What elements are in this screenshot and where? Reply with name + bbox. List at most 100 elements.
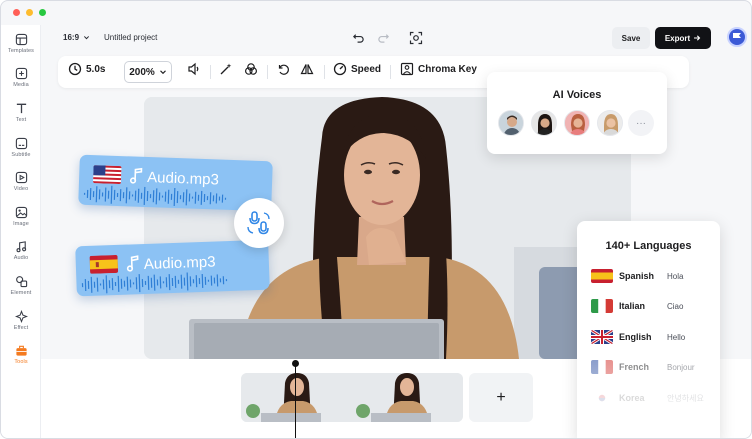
more-voices-button[interactable]: ···: [628, 110, 654, 136]
sidebar-item-element[interactable]: Element: [1, 275, 41, 309]
sidebar-item-effect[interactable]: Effect: [1, 310, 41, 344]
voice-avatar-image: [532, 111, 556, 135]
language-row-spanish[interactable]: Spanish Hola: [591, 268, 711, 284]
toolbar-divider: [267, 65, 268, 79]
italy-flag-icon: [591, 299, 613, 313]
language-greeting: Hola: [667, 271, 684, 281]
export-button[interactable]: Export: [655, 27, 711, 49]
flag-avatar-icon: [733, 33, 741, 42]
aspect-ratio-value: 16:9: [63, 33, 80, 42]
audio-icon: [15, 241, 26, 253]
voice-translate-icon: [247, 211, 270, 235]
sidebar-item-video[interactable]: Video: [1, 171, 41, 205]
project-title[interactable]: Untitled project: [104, 33, 157, 42]
sidebar-item-label: Templates: [8, 48, 34, 54]
timeline-playhead[interactable]: [295, 361, 296, 438]
filters-button[interactable]: [244, 62, 258, 76]
zoom-select[interactable]: 200%: [124, 61, 172, 83]
speaker-icon: [188, 62, 199, 76]
sidebar-item-tools[interactable]: Tools: [1, 344, 41, 378]
spain-flag-icon: [89, 254, 119, 274]
chevron-down-icon: [83, 36, 90, 40]
france-flag-icon: [591, 360, 613, 374]
templates-icon: [15, 33, 27, 46]
sidebar-item-label: Tools: [14, 359, 28, 365]
sidebar-item-templates[interactable]: Templates: [1, 33, 41, 67]
sidebar-item-label: Audio: [13, 255, 29, 261]
languages-panel: 140+ Languages Spanish Hola Italian Ciao…: [577, 221, 720, 438]
speed-label: Speed: [351, 63, 382, 75]
image-icon: [15, 206, 27, 219]
voice-avatar-female-1[interactable]: [531, 110, 557, 136]
undo-icon[interactable]: [352, 31, 365, 44]
playhead-handle[interactable]: [292, 360, 299, 367]
maximize-window-icon[interactable]: [39, 9, 46, 16]
sidebar-item-label: Subtitle: [11, 152, 31, 158]
language-row-english[interactable]: English Hello: [591, 329, 711, 345]
video-clip-track[interactable]: [241, 373, 463, 422]
sidebar-item-label: Video: [13, 186, 29, 192]
language-greeting: Hello: [667, 332, 686, 342]
language-name: French: [619, 362, 650, 372]
chroma-key-button[interactable]: Chroma Key: [400, 62, 477, 76]
window-controls: [13, 9, 46, 16]
language-greeting: Ciao: [667, 301, 684, 311]
language-name: Spanish: [619, 271, 655, 281]
sidebar-item-subtitle[interactable]: Subtitle: [1, 137, 41, 171]
audio-card-spanish[interactable]: Audio.mp3: [75, 239, 270, 297]
toolbar-divider: [210, 65, 211, 79]
voice-avatar-female-3[interactable]: [597, 110, 623, 136]
language-name: Korea: [619, 393, 645, 403]
user-avatar[interactable]: [727, 27, 747, 47]
rotate-icon: [278, 64, 289, 75]
toolbar-divider: [390, 65, 391, 79]
text-icon: [16, 103, 26, 114]
voice-avatar-image: [598, 111, 622, 135]
korea-flag-icon: [591, 391, 613, 405]
voice-translate-button[interactable]: [234, 198, 284, 248]
arrow-right-icon: [694, 35, 701, 41]
language-row-french[interactable]: French Bonjour: [591, 359, 711, 375]
ai-voices-panel: AI Voices ···: [487, 72, 667, 154]
chevron-down-icon: [159, 70, 166, 75]
speedometer-icon: [333, 62, 347, 76]
left-sidebar: Templates Media Text Subtitle Video Imag…: [1, 25, 41, 438]
subtitle-icon: [15, 137, 27, 150]
music-note-icon: [126, 255, 139, 272]
close-window-icon[interactable]: [13, 9, 20, 16]
toolbar-divider: [324, 65, 325, 79]
language-row-korea[interactable]: Korea 안녕하세요: [591, 390, 711, 406]
flip-button[interactable]: [300, 62, 314, 76]
language-name: Italian: [619, 301, 646, 311]
sidebar-item-image[interactable]: Image: [1, 206, 41, 240]
filters-icon: [245, 63, 258, 75]
language-row-italian[interactable]: Italian Ciao: [591, 298, 711, 314]
voice-avatar-male[interactable]: [498, 110, 524, 136]
language-greeting: 안녕하세요: [667, 393, 704, 403]
export-label: Export: [664, 33, 691, 43]
screenshot-icon[interactable]: [409, 31, 423, 45]
ai-voices-title: AI Voices: [552, 89, 602, 101]
minimize-window-icon[interactable]: [26, 9, 33, 16]
language-name: English: [619, 332, 652, 342]
sidebar-item-media[interactable]: Media: [1, 67, 41, 101]
magic-wand-button[interactable]: [219, 62, 233, 76]
sidebar-item-label: Element: [10, 290, 32, 296]
spain-flag-icon: [591, 269, 613, 283]
app-window: Templates Media Text Subtitle Video Imag…: [0, 0, 752, 439]
sidebar-item-label: Text: [15, 117, 27, 123]
volume-button[interactable]: [187, 62, 201, 76]
sidebar-item-text[interactable]: Text: [1, 102, 41, 136]
redo-icon[interactable]: [377, 31, 390, 44]
languages-title: 140+ Languages: [605, 240, 692, 252]
duration-control[interactable]: 5.0s: [68, 62, 105, 76]
add-clip-button[interactable]: +: [469, 373, 533, 422]
magic-wand-icon: [220, 63, 232, 75]
us-flag-icon: [92, 165, 122, 185]
rotate-button[interactable]: [276, 62, 290, 76]
save-button[interactable]: Save: [612, 27, 650, 49]
sidebar-item-audio[interactable]: Audio: [1, 240, 41, 274]
aspect-ratio-select[interactable]: 16:9: [63, 33, 90, 42]
voice-avatar-female-2[interactable]: [564, 110, 590, 136]
speed-button[interactable]: Speed: [333, 62, 381, 76]
